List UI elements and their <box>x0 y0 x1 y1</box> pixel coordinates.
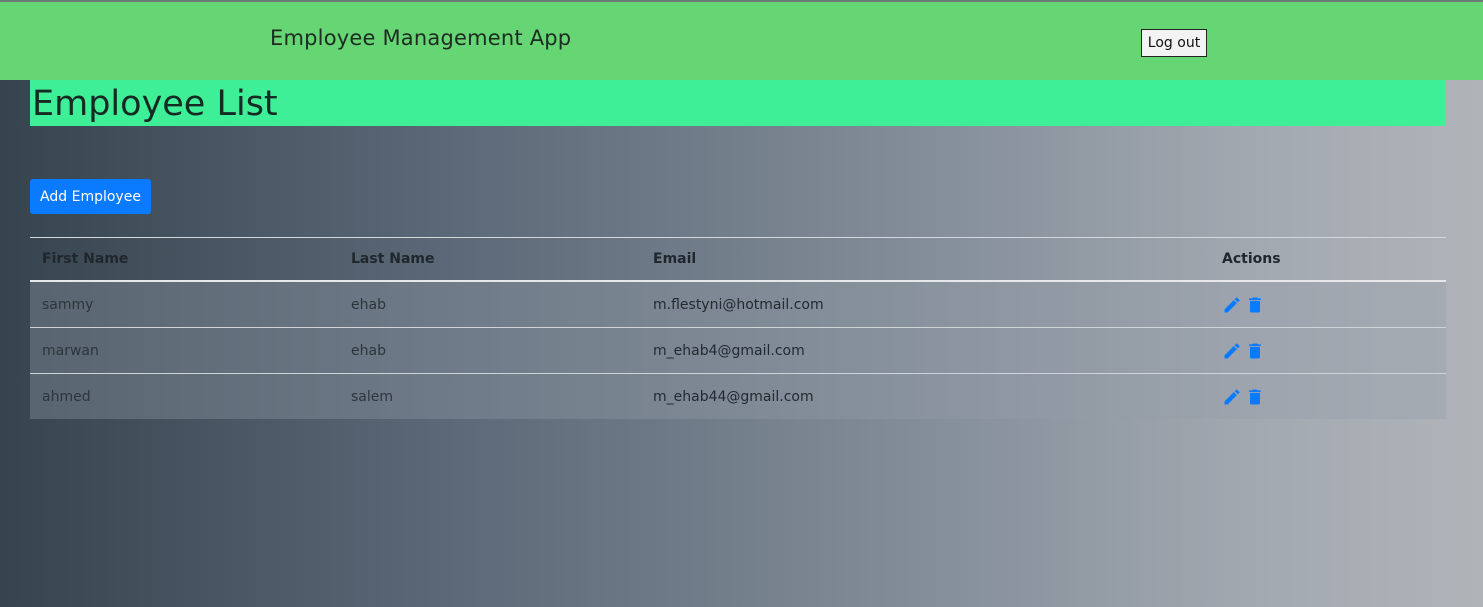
app-title: Employee Management App <box>270 26 572 50</box>
first-name-cell: ahmed <box>42 388 91 405</box>
edit-icon[interactable] <box>1222 387 1242 407</box>
email-cell: m_ehab44@gmail.com <box>653 388 814 405</box>
actions-cell <box>1222 328 1268 373</box>
last-name-cell: ehab <box>351 296 386 313</box>
last-name-cell: ehab <box>351 342 386 359</box>
add-employee-button[interactable]: Add Employee <box>30 179 151 214</box>
email-cell: m_ehab4@gmail.com <box>653 342 805 359</box>
app-header: Employee Management App Log out <box>0 2 1483 80</box>
actions-cell <box>1222 374 1268 419</box>
page-title: Employee List <box>32 84 278 124</box>
table-header-row: First Name Last Name Email Actions <box>30 238 1446 282</box>
column-header-actions: Actions <box>1222 251 1281 267</box>
last-name-cell: salem <box>351 388 394 405</box>
email-cell: m.flestyni@hotmail.com <box>653 296 824 313</box>
column-header-last-name: Last Name <box>351 251 435 267</box>
edit-icon[interactable] <box>1222 341 1242 361</box>
first-name-cell: marwan <box>42 342 99 359</box>
first-name-cell: sammy <box>42 296 94 313</box>
actions-cell <box>1222 282 1268 327</box>
logout-button[interactable]: Log out <box>1141 29 1207 57</box>
edit-icon[interactable] <box>1222 295 1242 315</box>
table-row: marwan ehab m_ehab4@gmail.com <box>30 328 1446 374</box>
column-header-first-name: First Name <box>42 251 129 267</box>
column-header-email: Email <box>653 251 697 267</box>
table-row: sammy ehab m.flestyni@hotmail.com <box>30 282 1446 328</box>
table-row: ahmed salem m_ehab44@gmail.com <box>30 374 1446 419</box>
delete-icon[interactable] <box>1245 341 1265 361</box>
page-title-bar: Employee List <box>30 80 1446 126</box>
delete-icon[interactable] <box>1245 295 1265 315</box>
employee-table: First Name Last Name Email Actions sammy… <box>30 237 1446 419</box>
delete-icon[interactable] <box>1245 387 1265 407</box>
